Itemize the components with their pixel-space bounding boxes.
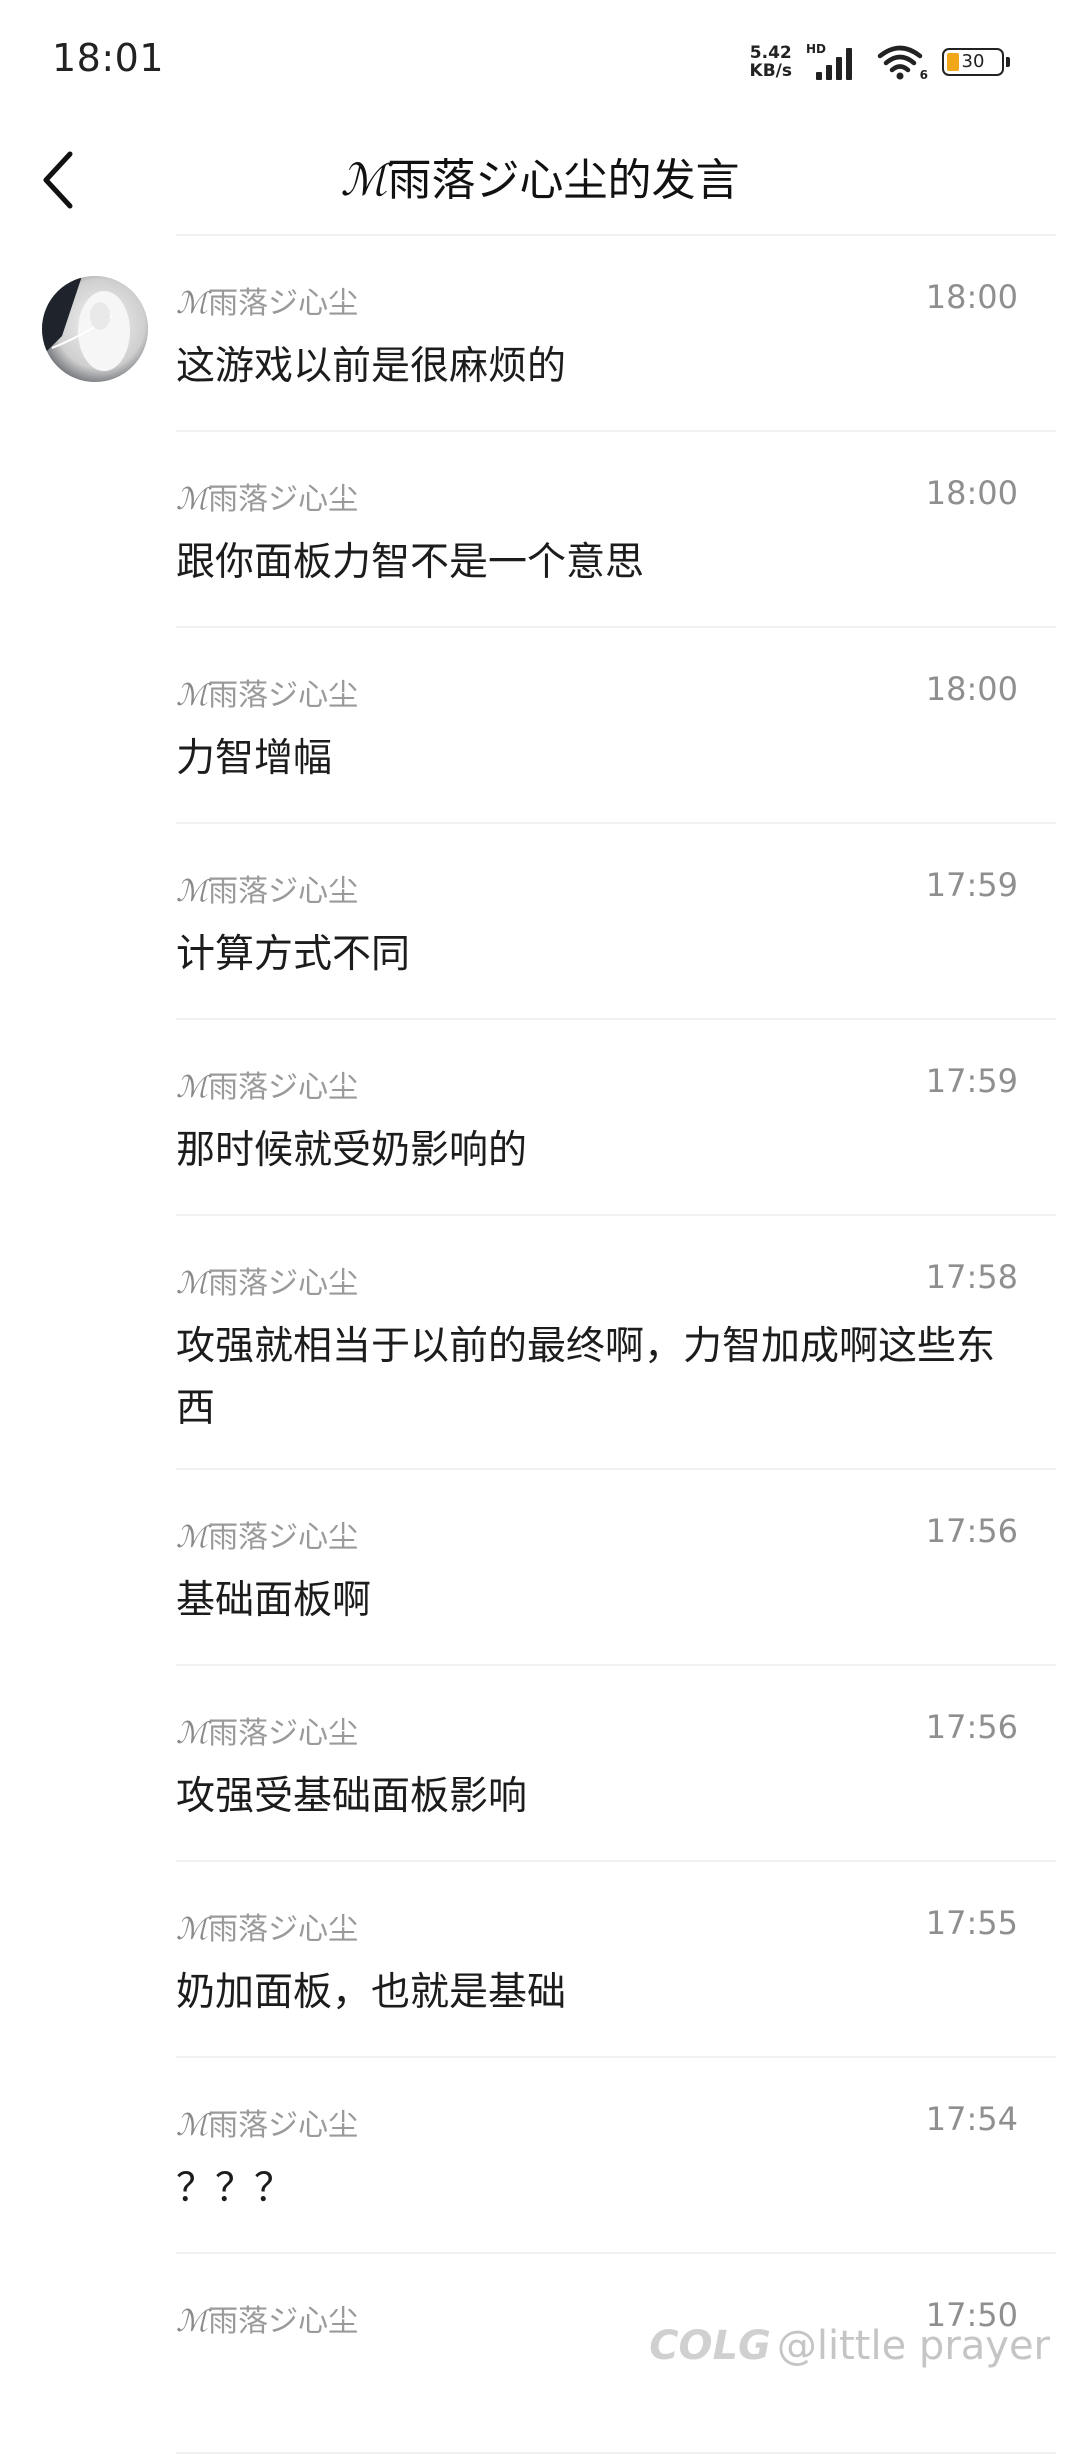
message-time: 17:55 <box>925 1904 1018 1942</box>
top-app-bar: ℳ雨落ジ心尘的发言 <box>0 120 1080 236</box>
sender-name[interactable]: ℳ雨落ジ心尘 <box>176 866 358 910</box>
message-text: 基础面板啊 <box>176 1578 372 1623</box>
message-item[interactable]: ℳ雨落ジ心尘 18:00 力智增幅 <box>0 628 1080 824</box>
message-time: 18:00 <box>925 278 1018 316</box>
sender-label: 雨落ジ心尘 <box>208 286 359 321</box>
message-item[interactable]: ℳ雨落ジ心尘 17:56 基础面板啊 <box>0 1470 1080 1666</box>
network-speed: 5.42 KB/s <box>750 44 792 80</box>
battery-tip <box>1006 57 1010 67</box>
message-meta: ℳ雨落ジ心尘 18:00 <box>176 474 1018 517</box>
message-text: 力智增幅 <box>176 736 333 781</box>
message-time: 17:56 <box>925 1708 1018 1746</box>
sender-name[interactable]: ℳ雨落ジ心尘 <box>176 2100 358 2144</box>
sender-name[interactable]: ℳ雨落ジ心尘 <box>176 2296 358 2340</box>
sender-name[interactable]: ℳ雨落ジ心尘 <box>176 1258 358 1302</box>
message-text: ？？？ <box>176 2166 294 2211</box>
status-bar: 18:01 5.42 KB/s HD 6 30 <box>0 0 1080 120</box>
sender-label: 雨落ジ心尘 <box>208 482 359 517</box>
status-time: 18:01 <box>52 36 165 80</box>
message-text: 计算方式不同 <box>176 932 411 977</box>
sender-label: 雨落ジ心尘 <box>208 874 359 909</box>
message-meta: ℳ雨落ジ心尘 17:56 <box>176 1512 1018 1555</box>
message-time: 17:56 <box>925 1512 1018 1550</box>
message-text: 那时候就受奶影响的 <box>176 1128 528 1173</box>
sender-prefix: ℳ <box>176 482 209 517</box>
message-item[interactable]: ℳ雨落ジ心尘 17:55 奶加面板，也就是基础 <box>0 1862 1080 2058</box>
sender-prefix: ℳ <box>176 2108 209 2143</box>
message-time: 17:54 <box>925 2100 1018 2138</box>
message-text: 攻强就相当于以前的最终啊，力智加成啊这些东西 <box>176 1324 996 1431</box>
sender-prefix: ℳ <box>176 874 209 909</box>
message-meta: ℳ雨落ジ心尘 17:56 <box>176 1708 1018 1751</box>
message-time: 18:00 <box>925 670 1018 708</box>
sender-label: 雨落ジ心尘 <box>208 1266 359 1301</box>
sender-name[interactable]: ℳ雨落ジ心尘 <box>176 1062 358 1106</box>
sender-prefix: ℳ <box>176 286 209 321</box>
message-item[interactable]: ℳ雨落ジ心尘 17:58 攻强就相当于以前的最终啊，力智加成啊这些东西 <box>0 1216 1080 1470</box>
sender-name[interactable]: ℳ雨落ジ心尘 <box>176 278 358 322</box>
sender-label: 雨落ジ心尘 <box>208 1070 359 1105</box>
message-item[interactable]: ℳ雨落ジ心尘 18:00 跟你面板力智不是一个意思 <box>0 432 1080 628</box>
sender-label: 雨落ジ心尘 <box>208 678 359 713</box>
status-icons: 5.42 KB/s HD 6 30 <box>750 40 1010 84</box>
sender-label: 雨落ジ心尘 <box>208 1912 359 1947</box>
avatar[interactable] <box>42 276 148 382</box>
sender-prefix: ℳ <box>176 2304 209 2339</box>
message-time: 17:58 <box>925 1258 1018 1296</box>
sender-prefix: ℳ <box>176 678 209 713</box>
message-time: 18:00 <box>925 474 1018 512</box>
watermark: COLG @little prayer <box>649 2323 1050 2369</box>
message-time: 17:59 <box>925 1062 1018 1100</box>
message-item[interactable]: ℳ雨落ジ心尘 18:00 这游戏以前是很麻烦的 <box>0 236 1080 432</box>
message-meta: ℳ雨落ジ心尘 17:54 <box>176 2100 1018 2143</box>
message-meta: ℳ雨落ジ心尘 18:00 <box>176 278 1018 321</box>
message-item[interactable]: ℳ雨落ジ心尘 17:54 ？？？ <box>0 2058 1080 2254</box>
page-title: ℳ雨落ジ心尘的发言 <box>0 144 1080 208</box>
message-meta: ℳ雨落ジ心尘 17:58 <box>176 1258 1018 1301</box>
sender-name[interactable]: ℳ雨落ジ心尘 <box>176 474 358 518</box>
watermark-logo: COLG <box>649 2323 771 2369</box>
page-title-text: 雨落ジ心尘的发言 <box>387 155 740 206</box>
message-meta: ℳ雨落ジ心尘 17:59 <box>176 1062 1018 1105</box>
wifi-icon: 6 <box>876 42 928 82</box>
network-speed-unit: KB/s <box>749 61 792 81</box>
sender-label: 雨落ジ心尘 <box>208 2108 359 2143</box>
message-time: 17:59 <box>925 866 1018 904</box>
sender-name[interactable]: ℳ雨落ジ心尘 <box>176 1904 358 1948</box>
message-text: 跟你面板力智不是一个意思 <box>176 540 645 585</box>
sender-prefix: ℳ <box>176 1716 209 1751</box>
sender-prefix: ℳ <box>176 1912 209 1947</box>
message-meta: ℳ雨落ジ心尘 17:59 <box>176 866 1018 909</box>
battery-level: 30 <box>961 51 985 72</box>
battery-icon: 30 <box>942 48 1010 76</box>
message-text: 攻强受基础面板影响 <box>176 1774 528 1819</box>
message-item[interactable]: ℳ雨落ジ心尘 17:59 那时候就受奶影响的 <box>0 1020 1080 1216</box>
message-text: 奶加面板，也就是基础 <box>176 1970 567 2015</box>
sender-name[interactable]: ℳ雨落ジ心尘 <box>176 1512 358 1556</box>
message-text: 这游戏以前是很麻烦的 <box>176 344 567 389</box>
sender-prefix: ℳ <box>176 1266 209 1301</box>
sender-label: 雨落ジ心尘 <box>208 1520 359 1555</box>
network-speed-value: 5.42 <box>749 43 792 63</box>
sender-label: 雨落ジ心尘 <box>208 1716 359 1751</box>
watermark-handle: @little prayer <box>776 2323 1050 2369</box>
sender-prefix: ℳ <box>176 1070 209 1105</box>
battery-body: 30 <box>942 48 1004 76</box>
sender-name[interactable]: ℳ雨落ジ心尘 <box>176 1708 358 1752</box>
message-list: ℳ雨落ジ心尘 18:00 这游戏以前是很麻烦的 ℳ雨落ジ心尘 18:00 跟你面板力智不是… <box>0 236 1080 2454</box>
sender-prefix: ℳ <box>176 1520 209 1555</box>
wifi-generation-label: 6 <box>919 68 928 82</box>
cellular-signal-icon: HD <box>806 42 862 82</box>
sender-name[interactable]: ℳ雨落ジ心尘 <box>176 670 358 714</box>
message-item[interactable]: ℳ雨落ジ心尘 17:59 计算方式不同 <box>0 824 1080 1020</box>
message-meta: ℳ雨落ジ心尘 18:00 <box>176 670 1018 713</box>
page-title-prefix: ℳ <box>340 155 388 206</box>
message-meta: ℳ雨落ジ心尘 17:55 <box>176 1904 1018 1947</box>
message-item[interactable]: ℳ雨落ジ心尘 17:56 攻强受基础面板影响 <box>0 1666 1080 1862</box>
sender-label: 雨落ジ心尘 <box>208 2304 359 2339</box>
hd-label: HD <box>806 42 827 56</box>
